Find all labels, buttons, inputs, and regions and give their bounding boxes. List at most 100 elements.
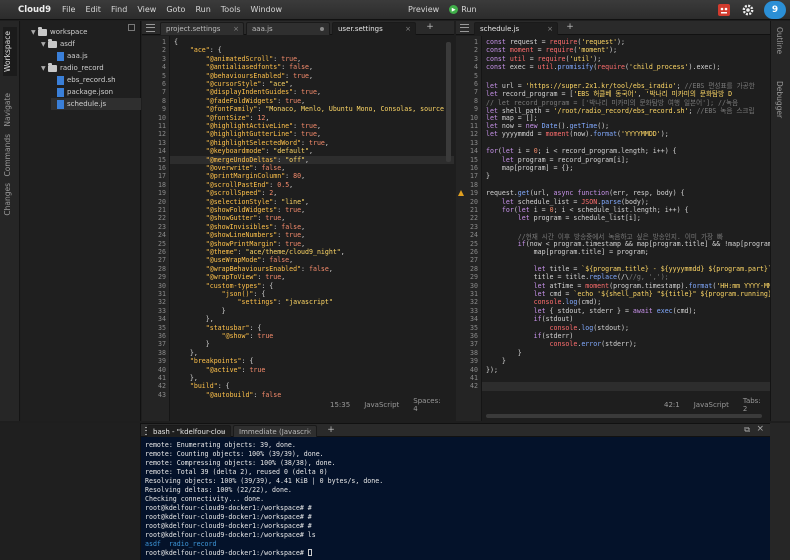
language-mode[interactable]: JavaScript xyxy=(694,401,729,409)
tab-navigate[interactable]: Navigate xyxy=(3,93,12,127)
js-file-icon xyxy=(57,99,64,109)
tree-settings-icon[interactable] xyxy=(128,24,135,31)
tab-debugger[interactable]: Debugger xyxy=(775,81,784,118)
js-file-icon xyxy=(57,51,64,61)
line-number: 21 xyxy=(470,206,478,214)
line-number: 9 xyxy=(474,105,478,114)
menu-window[interactable]: Window xyxy=(246,5,288,14)
tree-item-schedule-js[interactable]: schedule.js xyxy=(51,98,141,110)
code-line: "@wrapToView": true, xyxy=(205,273,286,282)
menu-file[interactable]: File xyxy=(57,5,80,14)
code-line: }, xyxy=(174,315,214,324)
menu-run[interactable]: Run xyxy=(190,5,215,14)
tab-menu-icon[interactable] xyxy=(460,24,469,32)
tree-item-aaa-js[interactable]: aaa.js xyxy=(57,50,88,62)
tab-user-settings[interactable]: user.settings × xyxy=(332,22,416,35)
cloud9-logo-icon[interactable]: 9 xyxy=(764,1,786,19)
tree-item-label: schedule.js xyxy=(67,100,107,108)
settings-editor[interactable]: 1 2 3 4 5 6 7 8 9 10 11 12 13 14 15 16 17 18 19 20 21 22 23 24 2… xyxy=(142,36,454,421)
tree-item-ebs-record[interactable]: ebs_record.sh xyxy=(57,74,116,86)
tab-commands[interactable]: Commands xyxy=(3,134,12,176)
line-number: 26 xyxy=(158,248,166,256)
line-number: 37 xyxy=(158,340,166,349)
language-mode[interactable]: JavaScript xyxy=(364,401,399,409)
close-icon[interactable]: × xyxy=(220,428,226,436)
indent-setting[interactable]: Tabs: 2 xyxy=(743,397,761,413)
play-icon: ▶ xyxy=(449,5,459,14)
file-tree: ▼ workspace ▼ asdf aaa.js ▼ radio_record… xyxy=(21,21,141,421)
new-tab-icon[interactable]: + xyxy=(424,22,436,32)
horizontal-scrollbar[interactable] xyxy=(486,414,762,418)
line-number: 40 xyxy=(158,365,166,374)
expand-arrow-icon[interactable]: ▼ xyxy=(31,29,38,36)
code-line: "@theme": "ace/theme/cloud9_night", xyxy=(205,248,345,256)
line-number: 25 xyxy=(470,239,478,248)
active-line-highlight xyxy=(456,382,770,391)
code-line: if(now < program.timestamp && map[progra… xyxy=(517,239,770,248)
close-icon[interactable]: × xyxy=(233,25,239,33)
menu-tools[interactable]: Tools xyxy=(216,5,246,14)
close-icon[interactable]: × xyxy=(756,424,764,434)
code-line: "json()": { xyxy=(221,290,266,298)
line-number: 17 xyxy=(470,172,478,181)
warning-icon[interactable] xyxy=(458,190,464,197)
code-line: "@showLineNumbers": true, xyxy=(205,231,306,240)
scrollbar[interactable] xyxy=(446,42,451,162)
terminal-tabbar: bash - "kdelfour-clou × Immediate (Javas… xyxy=(141,423,770,438)
line-number: 32 xyxy=(158,298,166,307)
code-line: let program = schedule_list[i]; xyxy=(517,214,641,223)
expand-arrow-icon[interactable]: ▼ xyxy=(41,41,48,48)
avatar-icon[interactable] xyxy=(716,2,732,18)
tree-item-label: aaa.js xyxy=(67,52,88,60)
code-line: console.log(cmd); xyxy=(533,298,602,307)
indent-setting[interactable]: Spaces: 4 xyxy=(413,397,440,413)
line-number: 11 xyxy=(158,122,166,130)
line-number: 7 xyxy=(162,88,166,97)
new-tab-icon[interactable]: + xyxy=(325,425,337,435)
tab-aaa-js[interactable]: aaa.js xyxy=(246,22,330,35)
line-number: 16 xyxy=(158,164,166,172)
new-tab-icon[interactable]: + xyxy=(564,22,576,32)
cursor-position: 15:35 xyxy=(330,401,351,409)
tab-changes[interactable]: Changes xyxy=(3,183,12,216)
schedule-editor[interactable]: 1 2 3 4 5 6 7 8 9 10 11 12 13 14 15 16 17 18 19 20 21 22 23 24 2… xyxy=(456,36,770,421)
line-gutter: 1 2 3 4 5 6 7 8 9 10 11 12 13 14 15 16 17 18 19 20 21 22 23 24 2… xyxy=(456,36,482,421)
tab-project-settings[interactable]: project.settings × xyxy=(160,22,244,35)
tree-item-package-json[interactable]: package.json xyxy=(57,86,113,98)
close-icon[interactable]: × xyxy=(547,25,553,33)
code-line: } xyxy=(174,306,226,315)
close-icon[interactable]: × xyxy=(405,25,411,33)
line-number: 29 xyxy=(470,273,478,282)
code-line: "breakpoints": { xyxy=(189,357,254,366)
tab-label: bash - "kdelfour-clou xyxy=(153,428,226,436)
menu-goto[interactable]: Goto xyxy=(161,5,190,14)
close-icon[interactable]: × xyxy=(306,428,312,436)
menu-find[interactable]: Find xyxy=(106,5,132,14)
tab-schedule-js[interactable]: schedule.js × xyxy=(474,22,558,35)
tab-workspace[interactable]: Workspace xyxy=(3,27,17,76)
tree-item-radio-record[interactable]: ▼ radio_record xyxy=(41,62,104,74)
tree-item-workspace[interactable]: ▼ workspace xyxy=(31,26,87,38)
file-icon xyxy=(57,75,64,85)
line-number: 33 xyxy=(158,306,166,315)
modified-dot-icon[interactable] xyxy=(320,27,324,31)
gear-icon[interactable] xyxy=(740,2,756,18)
code-line: for(let i = 0; i < schedule_list.length;… xyxy=(501,206,689,214)
line-number: 14 xyxy=(158,147,166,156)
expand-arrow-icon[interactable]: ▼ xyxy=(41,65,48,72)
tab-menu-icon[interactable] xyxy=(146,24,155,32)
menu-view[interactable]: View xyxy=(132,5,161,14)
tab-outline[interactable]: Outline xyxy=(775,27,784,54)
line-number: 28 xyxy=(470,264,478,273)
editor-statusbar: 15:35 JavaScript Spaces: 4 ⚙ xyxy=(330,397,454,413)
tree-item-asdf[interactable]: ▼ asdf xyxy=(41,38,75,50)
line-number: 31 xyxy=(158,290,166,298)
menu-edit[interactable]: Edit xyxy=(80,5,106,14)
preview-button[interactable]: Preview xyxy=(403,5,444,14)
code-line: }); xyxy=(486,365,498,374)
maximize-icon[interactable]: ⧉ xyxy=(744,425,750,435)
terminal-line: root@kdelfour-cloud9-docker1:/workspace#… xyxy=(145,504,312,512)
run-button[interactable]: ▶ Run xyxy=(444,5,481,14)
tree-item-label: package.json xyxy=(67,88,114,96)
terminal[interactable]: remote: Enumerating objects: 39, done. re… xyxy=(141,437,770,560)
